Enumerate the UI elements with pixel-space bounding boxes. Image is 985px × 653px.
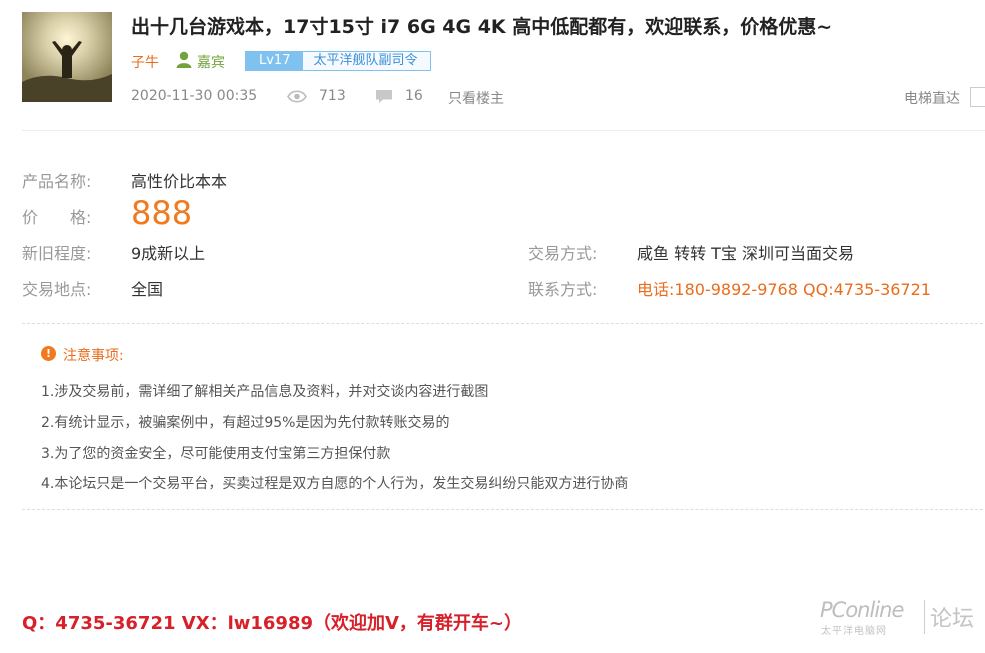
contact-footer: Q：4735-36721 VX：lw16989（欢迎加V，有群开车~） bbox=[22, 613, 522, 634]
product-name-value: 高性价比本本 bbox=[131, 172, 228, 191]
author-name[interactable]: 子牛 bbox=[131, 52, 159, 72]
notice-item: 3.为了您的资金安全，尽可能使用支付宝第三方担保付款 bbox=[41, 446, 391, 462]
comment-icon bbox=[376, 90, 392, 103]
user-icon bbox=[176, 51, 192, 68]
avatar[interactable] bbox=[22, 12, 112, 102]
location-value: 全国 bbox=[131, 280, 164, 299]
notice-item: 2.有统计显示，被骗案例中，有超过95%是因为先付款转账交易的 bbox=[41, 415, 450, 431]
notice-item: 1.涉及交易前，需详细了解相关产品信息及资料，并对交谈内容进行截图 bbox=[41, 384, 489, 400]
view-count: 713 bbox=[319, 88, 346, 104]
location-label: 交易地点: bbox=[22, 280, 92, 299]
watermark-forum: 论坛 bbox=[930, 607, 975, 632]
post-title: 出十几台游戏本，17寸15寸 i7 6G 4G 4K 高中低配都有，欢迎联系，价… bbox=[131, 16, 833, 38]
eye-icon bbox=[287, 90, 307, 103]
contact-value: 电话:180-9892-9768 QQ:4735-36721 bbox=[637, 280, 931, 299]
condition-label: 新旧程度: bbox=[22, 244, 92, 263]
price-label: 价 格: bbox=[22, 208, 92, 227]
price-value: 888 bbox=[131, 194, 193, 232]
post-date: 2020-11-30 00:35 bbox=[131, 88, 258, 104]
notice-title: 注意事项: bbox=[63, 348, 124, 364]
only-op-link[interactable]: 只看楼主 bbox=[448, 88, 504, 108]
notice-item: 4.本论坛只是一个交易平台，买卖过程是双方自愿的个人行为，发生交易纠纷只能双方进… bbox=[41, 476, 629, 492]
warning-icon: ! bbox=[41, 346, 56, 361]
trade-method-label: 交易方式: bbox=[528, 244, 598, 263]
condition-value: 9成新以上 bbox=[131, 244, 206, 263]
watermark-brand: PConline bbox=[820, 598, 904, 622]
contact-label: 联系方式: bbox=[528, 280, 598, 299]
watermark-separator bbox=[924, 600, 925, 634]
elevator-label: 电梯直达 bbox=[904, 91, 960, 107]
reply-count: 16 bbox=[405, 88, 423, 104]
header-divider bbox=[22, 130, 985, 131]
level-badge: Lv17 太平洋舰队副司令 bbox=[245, 51, 431, 71]
level-title: 太平洋舰队副司令 bbox=[303, 52, 430, 70]
elevator-input[interactable] bbox=[970, 87, 985, 107]
level-number: Lv17 bbox=[246, 52, 304, 70]
product-name-label: 产品名称: bbox=[22, 172, 92, 191]
trade-method-value: 咸鱼 转转 T宝 深圳可当面交易 bbox=[637, 244, 855, 263]
user-role: 嘉宾 bbox=[197, 55, 225, 71]
watermark-sub: 太平洋电脑网 bbox=[821, 626, 887, 637]
